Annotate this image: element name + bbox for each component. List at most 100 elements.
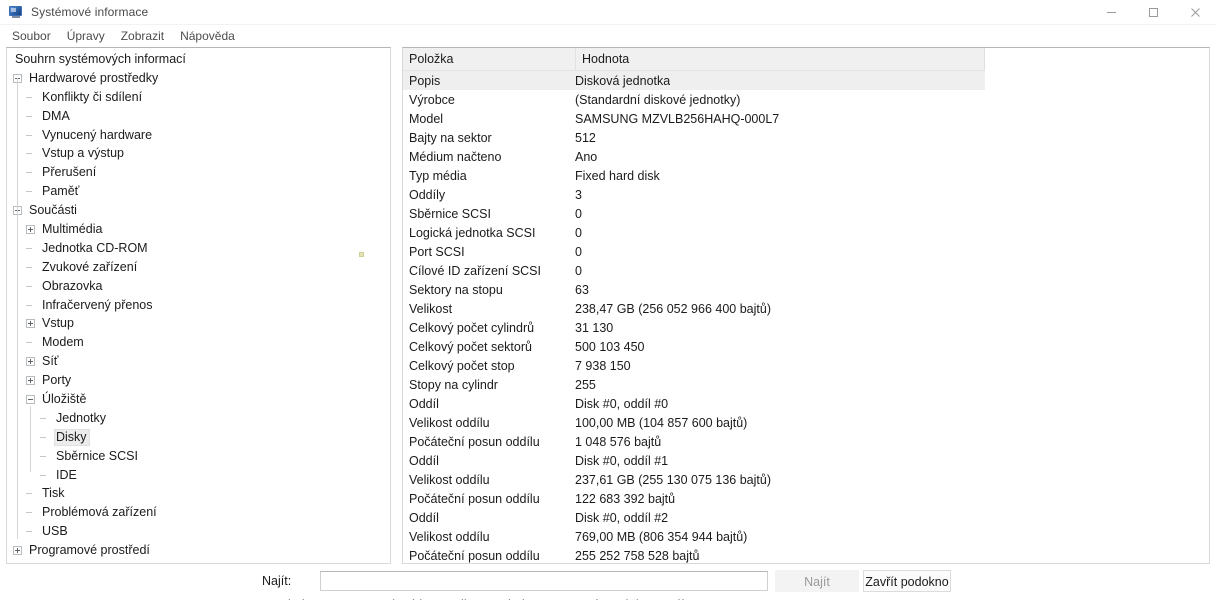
- column-header-item[interactable]: Položka: [403, 48, 575, 70]
- table-row[interactable]: Výrobce (Standardní diskové jednotky): [403, 90, 1209, 109]
- tree-item-label: Tisk: [42, 486, 65, 501]
- tree-item[interactable]: Hardwarové prostředky: [7, 69, 390, 88]
- collapse-icon[interactable]: [26, 394, 35, 404]
- cursor-artifact: [359, 252, 364, 257]
- table-row[interactable]: Sektory na stopu 63: [403, 280, 1209, 299]
- tree-item[interactable]: Jednotky: [7, 409, 390, 428]
- tree-item[interactable]: Souhrn systémových informací: [7, 50, 390, 69]
- table-row[interactable]: Velikost oddílu 237,61 GB (255 130 075 13…: [403, 470, 1209, 489]
- table-row[interactable]: Bajty na sektor 512: [403, 128, 1209, 147]
- table-row[interactable]: Sběrnice SCSI 0: [403, 204, 1209, 223]
- tree-item[interactable]: Sběrnice SCSI: [7, 447, 390, 466]
- table-cell-item: Port SCSI: [409, 244, 465, 259]
- table-cell-item: Oddíly: [409, 187, 446, 202]
- expand-icon[interactable]: [26, 376, 35, 386]
- find-label: Najít:: [262, 574, 292, 588]
- expand-icon[interactable]: [13, 546, 22, 556]
- tree-item[interactable]: Součásti: [7, 201, 390, 220]
- table-cell-value: SAMSUNG MZVLB256HAHQ-000L7: [575, 111, 780, 126]
- tree-item-label: Programové prostředí: [29, 543, 150, 558]
- table-row[interactable]: Celkový počet stop 7 938 150: [403, 356, 1209, 375]
- expand-icon[interactable]: [26, 357, 35, 367]
- tree-branch-icon: [26, 282, 35, 291]
- table-row[interactable]: Stopy na cylindr 255: [403, 375, 1209, 394]
- menu-item-upravy[interactable]: Úpravy: [59, 27, 113, 45]
- tree-item[interactable]: Úložiště: [7, 390, 390, 409]
- table-row[interactable]: Velikost 238,47 GB (256 052 966 400 bajtů…: [403, 299, 1209, 318]
- tree-item[interactable]: Multimédia: [7, 220, 390, 239]
- table-row[interactable]: Cílové ID zařízení SCSI 0: [403, 261, 1209, 280]
- menu-item-napoveda[interactable]: Nápověda: [172, 27, 243, 45]
- tree-item[interactable]: Vstup: [7, 314, 390, 333]
- table-row[interactable]: Popis Disková jednotka: [403, 71, 985, 90]
- table-cell-value: 237,61 GB (255 130 075 136 bajtů): [575, 472, 771, 487]
- table-cell-item: Cílové ID zařízení SCSI: [409, 263, 541, 278]
- menu-item-zobrazit[interactable]: Zobrazit: [113, 27, 172, 45]
- tree-item[interactable]: Zvukové zařízení: [7, 258, 390, 277]
- tree-item[interactable]: Vynucený hardware: [7, 126, 390, 145]
- tree-item[interactable]: DMA: [7, 107, 390, 126]
- table-row[interactable]: Velikost oddílu 100,00 MB (104 857 600 ba…: [403, 413, 1209, 432]
- find-button[interactable]: Najít: [775, 570, 859, 592]
- table-row[interactable]: Celkový počet sektorů 500 103 450: [403, 337, 1209, 356]
- tree-item[interactable]: Programové prostředí: [7, 541, 390, 560]
- tree-item[interactable]: Obrazovka: [7, 277, 390, 296]
- tree-item[interactable]: Konflikty či sdílení: [7, 88, 390, 107]
- close-pane-button[interactable]: Zavřít podokno: [863, 570, 951, 592]
- table-row[interactable]: Médium načteno Ano: [403, 147, 1209, 166]
- tree-item[interactable]: Paměť: [7, 182, 390, 201]
- table-row[interactable]: Počáteční posun oddílu 122 683 392 bajtů: [403, 489, 1209, 508]
- table-row[interactable]: Oddíl Disk #0, oddíl #0: [403, 394, 1209, 413]
- tree-item[interactable]: Přerušení: [7, 163, 390, 182]
- table-row[interactable]: Oddíl Disk #0, oddíl #1: [403, 451, 1209, 470]
- menu-item-soubor[interactable]: Soubor: [4, 27, 59, 45]
- tree-item[interactable]: Porty: [7, 371, 390, 390]
- column-header-value[interactable]: Hodnota: [575, 48, 985, 70]
- tree-item[interactable]: Jednotka CD-ROM: [7, 239, 390, 258]
- tree-item[interactable]: Vstup a výstup: [7, 144, 390, 163]
- tree-item-label: USB: [42, 524, 68, 539]
- table-cell-value: 122 683 392 bajtů: [575, 491, 676, 506]
- find-input[interactable]: [320, 571, 768, 591]
- tree-item[interactable]: Disky: [7, 428, 390, 447]
- tree-item[interactable]: Modem: [7, 333, 390, 352]
- expand-icon[interactable]: [26, 319, 35, 329]
- table-row[interactable]: Model SAMSUNG MZVLB256HAHQ-000L7: [403, 109, 1209, 128]
- table-row[interactable]: Celkový počet cylindrů 31 130: [403, 318, 1209, 337]
- minimize-icon[interactable]: [1090, 0, 1132, 24]
- table-cell-value: 500 103 450: [575, 339, 645, 354]
- table-row[interactable]: Logická jednotka SCSI 0: [403, 223, 1209, 242]
- tree-item-label: Vstup: [42, 316, 74, 331]
- tree-item-label: Vynucený hardware: [42, 127, 153, 142]
- tree-item-label: Přerušení: [42, 165, 97, 180]
- details-rows: Popis Disková jednotka Výrobce (Standardní …: [403, 71, 1209, 563]
- table-row[interactable]: Počáteční posun oddílu 255 252 758 528 ba…: [403, 546, 1209, 563]
- maximize-icon[interactable]: [1132, 0, 1174, 24]
- tree-branch-icon: [26, 168, 35, 177]
- tree-item[interactable]: IDE: [7, 466, 390, 485]
- close-icon[interactable]: [1174, 0, 1216, 24]
- expand-icon[interactable]: [26, 224, 35, 234]
- table-cell-item: Oddíl: [409, 396, 439, 411]
- details-list-pane[interactable]: Položka Hodnota Popis Disková jednotka Výr…: [402, 47, 1210, 564]
- table-row[interactable]: Typ média Fixed hard disk: [403, 166, 1209, 185]
- tree-item-label: IDE: [56, 467, 77, 482]
- tree-branch-icon: [26, 149, 35, 158]
- tree-item[interactable]: USB: [7, 522, 390, 541]
- table-row[interactable]: Oddíl Disk #0, oddíl #2: [403, 508, 1209, 527]
- system-information-window: Systémové informace Soubor Úpravy Zobraz…: [0, 0, 1216, 600]
- table-row[interactable]: Oddíly 3: [403, 185, 1209, 204]
- tree-item[interactable]: Problémová zařízení: [7, 503, 390, 522]
- tree-item[interactable]: Tisk: [7, 484, 390, 503]
- navigation-tree-pane[interactable]: Souhrn systémových informací Hardwarové p…: [6, 47, 391, 564]
- table-row[interactable]: Port SCSI 0: [403, 242, 1209, 261]
- table-row[interactable]: Velikost oddílu 769,00 MB (806 354 944 ba…: [403, 527, 1209, 546]
- pane-splitter[interactable]: [391, 47, 402, 564]
- tree-item[interactable]: Infračervený přenos: [7, 296, 390, 315]
- table-cell-value: 255 252 758 528 bajtů: [575, 548, 700, 563]
- tree-item-label: Sběrnice SCSI: [56, 448, 138, 463]
- table-row[interactable]: Počáteční posun oddílu 1 048 576 bajtů: [403, 432, 1209, 451]
- tree-item[interactable]: Síť: [7, 352, 390, 371]
- table-cell-value: Disková jednotka: [575, 73, 671, 88]
- tree-branch-icon: [40, 433, 49, 442]
